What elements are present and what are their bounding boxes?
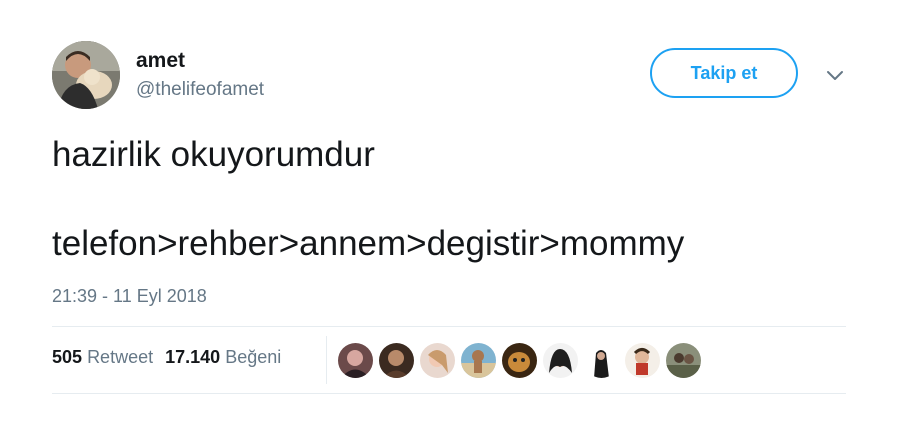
liker-avatar[interactable]	[624, 342, 661, 379]
liker-avatar[interactable]	[378, 342, 415, 379]
avatar[interactable]	[52, 41, 120, 109]
tweet-stats: 505 Retweet 17.140 Beğeni	[52, 347, 281, 368]
tweet-card: amet @thelifeofamet Takip et hazirlik ok…	[0, 0, 900, 429]
stats-separator	[326, 336, 327, 384]
liker-avatar[interactable]	[542, 342, 579, 379]
liker-avatar[interactable]	[460, 342, 497, 379]
follow-button[interactable]: Takip et	[650, 48, 798, 98]
user-handle[interactable]: @thelifeofamet	[136, 79, 264, 101]
like-stat[interactable]: 17.140 Beğeni	[165, 347, 281, 367]
tweet-text-line-1: hazirlik okuyorumdur	[52, 135, 375, 174]
like-label: Beğeni	[225, 347, 282, 367]
like-count: 17.140	[165, 347, 221, 367]
liker-avatar[interactable]	[337, 342, 374, 379]
chevron-down-icon[interactable]	[824, 64, 846, 86]
retweet-count: 505	[52, 347, 83, 367]
liker-avatar[interactable]	[419, 342, 456, 379]
divider	[52, 326, 846, 327]
divider	[52, 393, 846, 394]
tweet-timestamp[interactable]: 21:39 - 11 Eyl 2018	[52, 286, 207, 307]
retweet-stat[interactable]: 505 Retweet	[52, 347, 153, 367]
user-name[interactable]: amet	[136, 49, 185, 73]
liker-avatar[interactable]	[665, 342, 702, 379]
liker-avatar[interactable]	[583, 342, 620, 379]
retweet-label: Retweet	[87, 347, 154, 367]
tweet-text-line-2: telefon>rehber>annem>degistir>mommy	[52, 224, 685, 263]
liker-avatar[interactable]	[501, 342, 538, 379]
